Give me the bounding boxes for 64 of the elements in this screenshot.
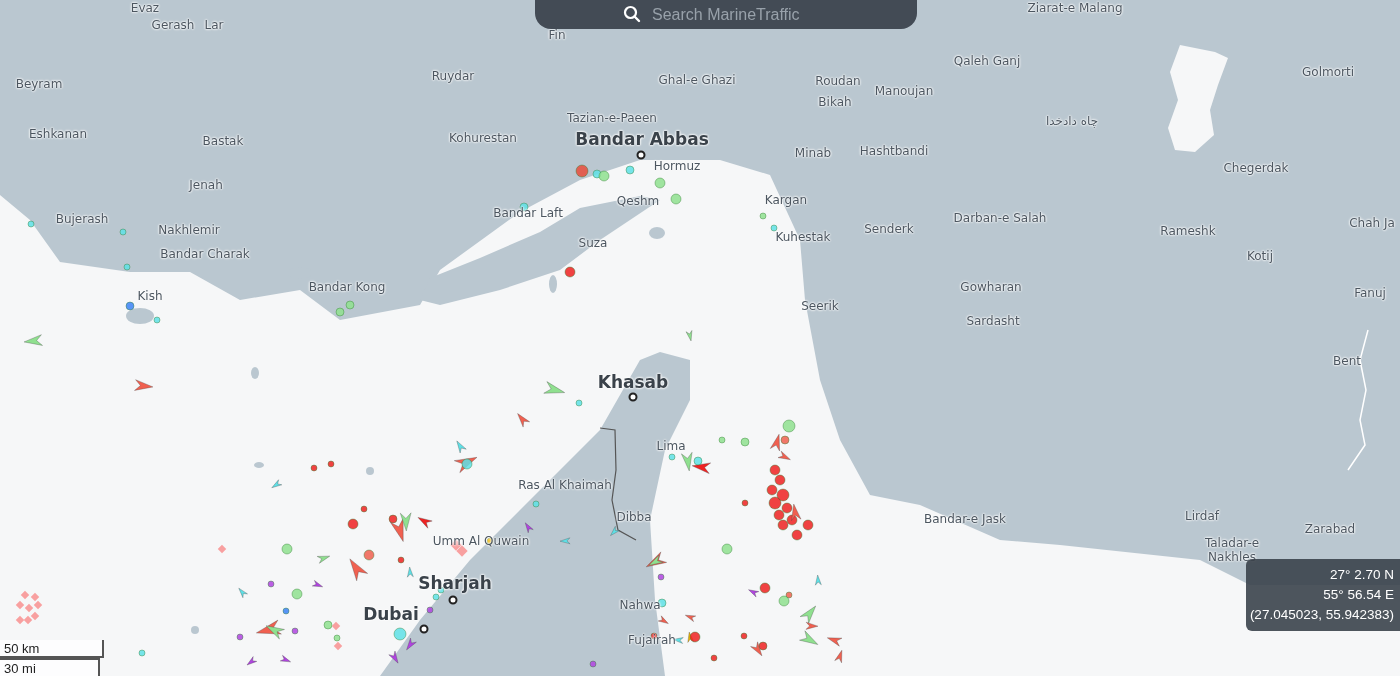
place-label: Qaleh Ganj [953,54,1021,68]
place-label: Zarabad [1304,522,1356,536]
place-label: Umm Al Quwain [432,534,530,548]
place-label: Seerik [801,299,839,313]
city-label: Sharjah [418,572,492,596]
place-label: Gerash [151,18,195,32]
place-label: Nahwa [619,598,661,612]
place-label: Lima [656,439,686,453]
place-label: Kish [137,289,163,303]
search-icon [623,5,641,23]
place-label: Kotij [1247,249,1273,263]
place-label: Minab [794,146,832,160]
place-label: Senderk [864,222,914,236]
place-label: Sardasht [966,314,1020,328]
place-label: Kuhestak [775,230,831,244]
place-label: Eshkanan [28,127,88,141]
place-label: Kohurestan [449,131,517,145]
place-label: Chegerdak [1223,161,1289,175]
city-label: Khasab [597,371,669,395]
place-label: Gowharan [960,280,1022,294]
place-label: Lar [204,18,224,32]
coordinate-text: (27.045023, 55.942383) [1249,606,1394,624]
place-label: چاه دادخدا [1045,114,1099,128]
place-label: Lirdaf [1185,509,1219,523]
city-label: Dubai [363,603,419,627]
place-label: Hashtbandi [859,144,929,158]
place-label: Ruydar [431,69,475,83]
place-label: Bandar-e Jask [924,512,1006,526]
place-label: Taladar-e Nakhles [1203,536,1261,564]
city-label: Bandar Abbas [575,128,709,152]
search-field[interactable]: Search MarineTraffic [535,0,917,29]
place-label: Bandar Charak [160,247,250,261]
place-label: Golmorti [1302,65,1354,79]
place-label: Bikah [818,95,852,109]
place-label: Ziarat-e Malang [1027,1,1123,15]
place-label: Beyram [15,77,63,91]
coordinate-text: 27° 2.70 N [1330,566,1394,584]
place-label: Dibba [616,510,652,524]
place-label: Bandar Kong [308,280,386,294]
place-label: Nakhlemir [158,223,220,237]
place-label: Hormuz [653,159,701,173]
place-label: Rameshk [1160,224,1216,238]
place-label: Bandar Laft [493,206,563,220]
place-label: Chah Ja [1349,216,1395,230]
place-label: Tazian-e-Paeen [567,111,657,125]
place-label: Bent [1333,354,1361,368]
place-label: Ghal-e Ghazi [658,73,736,87]
place-label: Ras Al Khaimah [518,478,612,492]
place-label: Bastak [202,134,244,148]
place-label: Fujairah [628,633,676,647]
scale-bar: 50 km [0,640,104,658]
scale-bar: 30 mi [0,658,100,676]
place-label: Suza [578,236,608,250]
place-label: Evaz [130,1,160,15]
place-label: Fanuj [1354,286,1386,300]
place-label: Jenah [189,178,223,192]
place-label: Bujerash [55,212,109,226]
place-label: Manoujan [874,84,934,98]
place-label: Darban-e Salah [953,211,1047,225]
place-label: Roudan [815,74,861,88]
place-label: Kargan [764,193,808,207]
place-label: Qeshm [616,194,660,208]
coordinate-text: 55° 56.54 E [1323,586,1394,604]
place-label: Fin [548,28,566,42]
